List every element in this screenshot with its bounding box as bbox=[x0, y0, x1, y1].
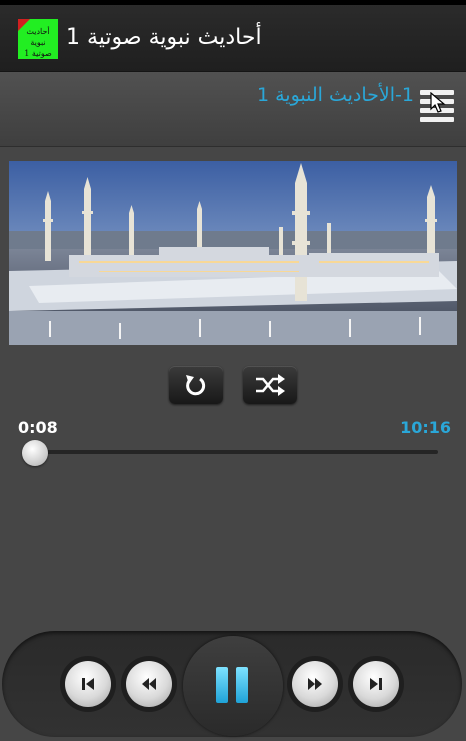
skip-previous-icon bbox=[82, 678, 94, 690]
app-logo-icon[interactable]: أحاديث نبوية صوتية 1 bbox=[18, 19, 58, 59]
repeat-icon bbox=[186, 375, 206, 396]
app-title: أحاديث نبوية صوتية 1 bbox=[66, 25, 262, 50]
repeat-button[interactable] bbox=[169, 366, 223, 404]
cursor-icon bbox=[430, 92, 446, 113]
skip-next-button[interactable] bbox=[348, 656, 404, 712]
action-bar: أحاديث نبوية صوتية 1 أحاديث نبوية صوتية … bbox=[0, 5, 466, 72]
fast-forward-button[interactable] bbox=[287, 656, 343, 712]
track-header[interactable]: 1-الأحاديث النبوية 1 bbox=[0, 72, 466, 147]
elapsed-time: 0:08 bbox=[18, 418, 58, 437]
pause-button[interactable] bbox=[212, 664, 254, 706]
shuffle-button[interactable] bbox=[243, 366, 297, 404]
mosque-image bbox=[9, 161, 457, 345]
rewind-button[interactable] bbox=[121, 656, 177, 712]
app-icon-text: أحاديث نبوية صوتية 1 bbox=[24, 27, 52, 58]
shuffle-icon bbox=[256, 374, 285, 396]
skip-next-icon bbox=[370, 678, 382, 690]
total-duration: 10:16 bbox=[400, 418, 451, 437]
track-title: 1-الأحاديث النبوية 1 bbox=[256, 84, 414, 106]
seek-bar[interactable] bbox=[24, 450, 438, 454]
skip-previous-button[interactable] bbox=[60, 656, 116, 712]
rewind-icon bbox=[142, 678, 156, 690]
seek-thumb[interactable] bbox=[22, 440, 49, 466]
fast-forward-icon bbox=[308, 678, 322, 690]
